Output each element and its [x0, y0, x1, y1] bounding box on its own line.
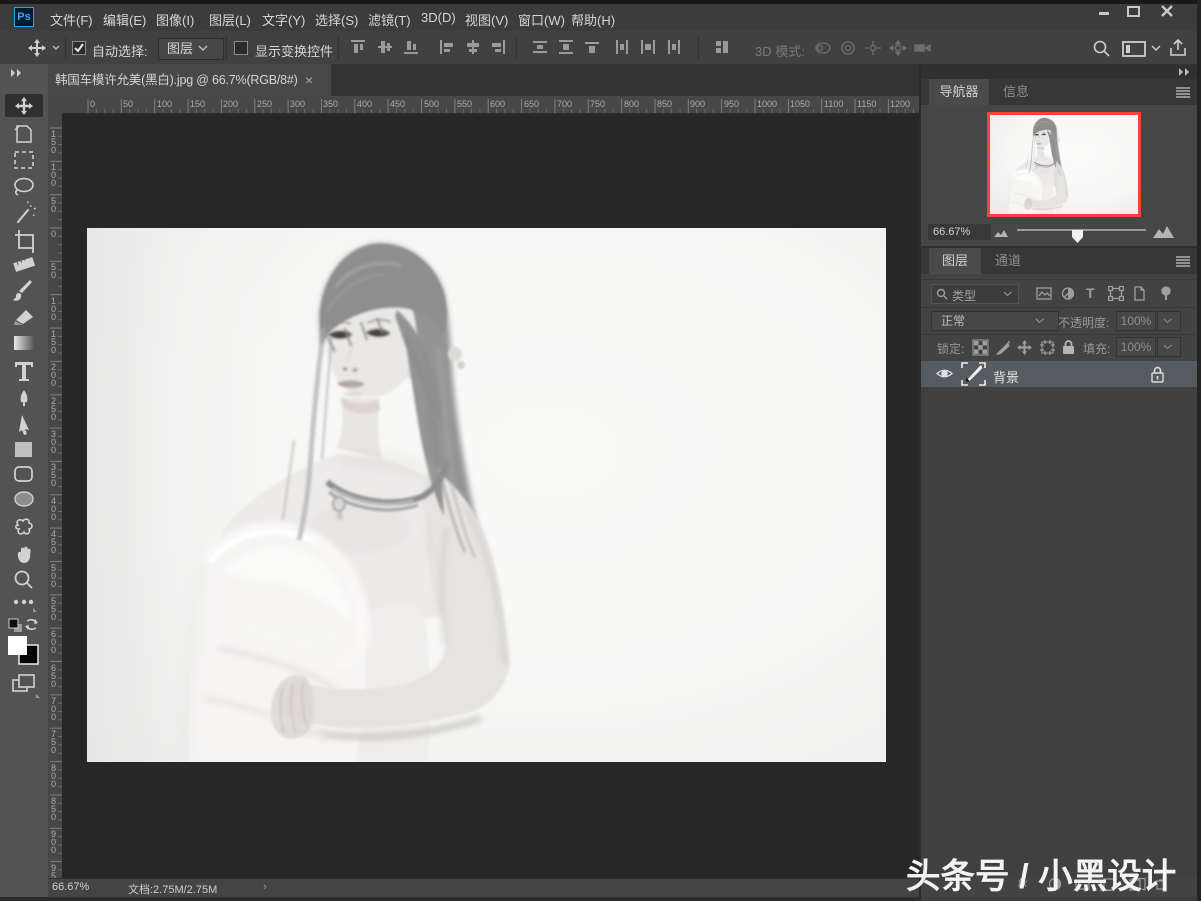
svg-text:950: 950: [724, 99, 739, 109]
svg-text:0: 0: [51, 712, 56, 722]
svg-text:150: 150: [190, 99, 205, 109]
svg-text:600: 600: [490, 99, 505, 109]
svg-text:0: 0: [51, 779, 56, 789]
svg-text:0: 0: [51, 204, 56, 214]
svg-text:0: 0: [51, 412, 56, 422]
svg-text:1050: 1050: [790, 99, 810, 109]
svg-text:1150: 1150: [857, 99, 876, 109]
svg-text:0: 0: [51, 812, 56, 822]
svg-text:0: 0: [51, 612, 56, 622]
svg-text:0: 0: [51, 645, 56, 655]
svg-text:300: 300: [290, 99, 305, 109]
svg-text:400: 400: [357, 99, 372, 109]
svg-text:0: 0: [51, 512, 56, 522]
svg-text:0: 0: [51, 745, 56, 755]
svg-text:850: 850: [657, 99, 672, 109]
svg-text:0: 0: [51, 579, 56, 589]
svg-text:0: 0: [51, 545, 56, 555]
svg-text:0: 0: [51, 378, 56, 388]
svg-text:0: 0: [51, 845, 56, 855]
svg-text:0: 0: [51, 679, 56, 689]
svg-text:250: 250: [257, 99, 272, 109]
svg-text:5: 5: [51, 871, 56, 878]
svg-text:750: 750: [590, 99, 605, 109]
svg-text:0: 0: [51, 312, 56, 322]
svg-text:550: 550: [457, 99, 472, 109]
svg-text:0: 0: [51, 145, 56, 155]
svg-text:0: 0: [51, 270, 56, 280]
svg-text:700: 700: [557, 99, 572, 109]
svg-text:0: 0: [51, 229, 56, 239]
svg-text:100: 100: [157, 99, 172, 109]
svg-text:500: 500: [424, 99, 439, 109]
svg-text:900: 900: [690, 99, 705, 109]
svg-text:1000: 1000: [757, 99, 777, 109]
svg-text:50: 50: [123, 99, 133, 109]
svg-text:200: 200: [223, 99, 238, 109]
svg-text:450: 450: [390, 99, 405, 109]
svg-text:0: 0: [51, 178, 56, 188]
svg-text:650: 650: [524, 99, 539, 109]
svg-text:1100: 1100: [824, 99, 843, 109]
svg-text:0: 0: [51, 345, 56, 355]
svg-text:0: 0: [90, 99, 95, 109]
svg-text:0: 0: [51, 445, 56, 455]
svg-text:350: 350: [323, 99, 338, 109]
svg-text:0: 0: [51, 478, 56, 488]
svg-text:1200: 1200: [890, 99, 910, 109]
svg-text:800: 800: [624, 99, 639, 109]
